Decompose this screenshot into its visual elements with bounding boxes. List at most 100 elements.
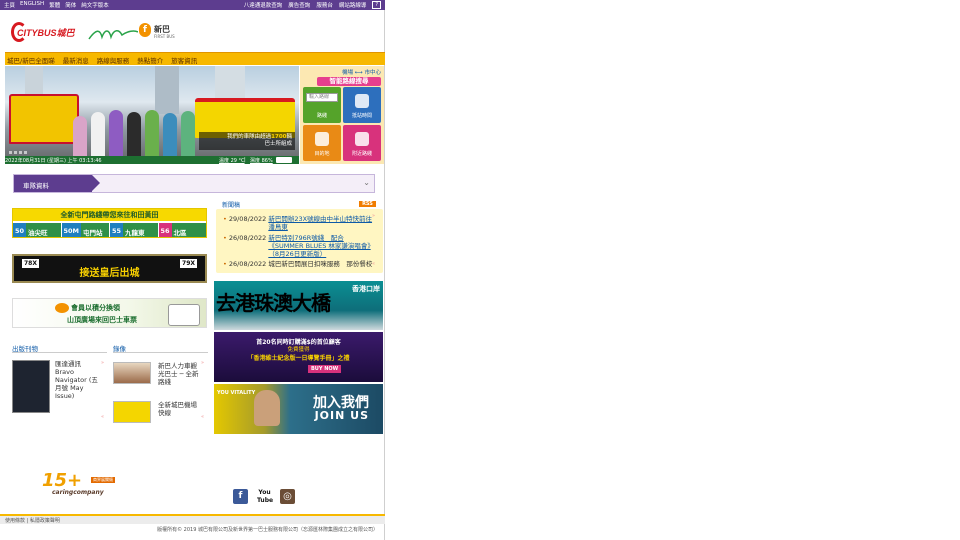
- firstbus-logo[interactable]: f 新巴 FIRST BUS: [88, 23, 188, 43]
- route-search-tile[interactable]: 輸入路線 路綫: [303, 87, 341, 123]
- arrival-time-tile[interactable]: 抵站時間: [343, 87, 381, 123]
- citybus-logo-text: CITYBUS城巴: [17, 28, 75, 38]
- route-chip: 50 油尖旺: [13, 223, 61, 237]
- help-icon[interactable]: ?: [372, 1, 381, 9]
- humidity-link[interactable]: 濕度 86%: [250, 157, 273, 164]
- join-us-banner[interactable]: YOU VITALITY 加入我們 JOIN US: [214, 384, 383, 434]
- chevron-down-icon[interactable]: ⌄: [363, 178, 370, 187]
- english-link[interactable]: ENGLISH: [20, 1, 44, 9]
- nearby-route-tile[interactable]: 附近路綫: [343, 125, 381, 161]
- octopus-refund-link[interactable]: 八達通退款查詢: [244, 1, 283, 9]
- route-chip: 50M 屯門站: [61, 223, 109, 237]
- prev-arrow-icon[interactable]: «: [201, 414, 204, 420]
- caring-company-logo[interactable]: 15+ caringcompany 商界展關懷: [38, 470, 118, 500]
- nav-item[interactable]: 最新消息: [63, 55, 89, 65]
- news-item[interactable]: • 29/08/2022 新巴開辦23X號線由中半山特快前往潘鳥東: [223, 215, 373, 231]
- simp-chinese-link[interactable]: 简体: [65, 1, 76, 9]
- caring-badge: 商界展關懷: [91, 477, 115, 483]
- person-shape: [73, 116, 87, 156]
- nav-item[interactable]: 熱點簡介: [137, 55, 163, 65]
- banner-subheading: JOIN US: [314, 409, 369, 422]
- hero-banner[interactable]: 我們的車隊由超過1700輛 巴士所組成: [5, 66, 299, 156]
- hero-caption-text: 輛: [286, 134, 292, 140]
- fleet-info-label: 車隊資料: [14, 175, 100, 192]
- nav-item[interactable]: 旅客資訊: [171, 55, 197, 65]
- banner-subheading: 香港口岸: [352, 285, 380, 293]
- banner-heading: 去港珠澳大橋: [216, 291, 331, 315]
- person-shape: [127, 112, 141, 156]
- banner-heading: 全新屯門路綫帶您來往和田黃田: [13, 209, 206, 221]
- magazine-title[interactable]: 匯達通訊 Bravo Navigator (五月號 May Issue): [55, 360, 100, 400]
- route-number: 50M: [61, 223, 82, 237]
- hzmb-banner[interactable]: 去港珠澳大橋 香港口岸: [214, 281, 383, 330]
- ad-enquiry-link[interactable]: 廣告查詢: [288, 1, 310, 9]
- citybus-logo[interactable]: CITYBUS城巴: [10, 21, 82, 43]
- news-link[interactable]: 新巴特別796R號綫 配合《SUMMER BLUES 林家謙演唱會》（8月26日…: [268, 234, 373, 258]
- footer-links[interactable]: 使用條款 | 私隱政策聲明: [0, 516, 385, 524]
- banner-heading: 接送皇后出城: [79, 268, 140, 279]
- tuen-mun-routes-banner[interactable]: 全新屯門路綫帶您來往和田黃田 50 油尖旺 50M 屯門站 55 九龍東 56 北區: [12, 208, 207, 238]
- building-shape: [155, 66, 179, 114]
- video-thumbnail[interactable]: [113, 362, 151, 384]
- nav-item[interactable]: 路線與服務: [97, 55, 130, 65]
- home-link[interactable]: 主頁: [4, 1, 15, 9]
- bus-shape: [9, 94, 79, 144]
- hero-caption: 我們的車隊由超過1700輛 巴士所組成: [199, 132, 295, 150]
- date-weather-bar: 2022年08月31日 (星期三) 上午 03:13:46 溫度 29 °C |…: [5, 156, 299, 164]
- route-number: 55: [110, 223, 124, 237]
- video-thumbnail[interactable]: [113, 401, 151, 423]
- current-datetime: 2022年08月31日 (星期三) 上午 03:13:46: [5, 158, 102, 164]
- video-title[interactable]: 新巴人力車觀光巴士 ─ 全新路綫: [158, 362, 203, 386]
- next-arrow-icon[interactable]: »: [101, 360, 104, 366]
- caring-years: 15+: [42, 470, 83, 491]
- magazine-cover[interactable]: [12, 360, 50, 413]
- trad-chinese-link[interactable]: 繁體: [49, 1, 60, 9]
- instagram-icon[interactable]: ◎: [280, 489, 295, 504]
- nav-item[interactable]: 城巴/新巴全面睇: [7, 55, 55, 65]
- bullet-icon: •: [223, 260, 227, 268]
- prev-arrow-icon[interactable]: «: [101, 414, 104, 420]
- guidebook-promo-banner[interactable]: 首20名同時訂購滿$的首位顧客 免費獲得 「香港維士紀念版一日導覽手冊」之禮 B…: [214, 332, 383, 382]
- service-desk-link[interactable]: 服務台: [316, 1, 333, 9]
- route-chip: 56 北區: [158, 223, 206, 237]
- next-arrow-icon[interactable]: »: [201, 360, 204, 366]
- clock-icon: [355, 94, 369, 108]
- bullet-icon: •: [223, 234, 227, 242]
- person-shape: [163, 113, 177, 156]
- scroll-down-icon[interactable]: «: [372, 261, 375, 267]
- route-stop: 油尖旺: [26, 223, 61, 237]
- route-input[interactable]: 輸入路線: [306, 93, 338, 102]
- rss-icon[interactable]: RSS: [359, 201, 376, 207]
- news-item[interactable]: • 26/08/2022 新巴特別796R號綫 配合《SUMMER BLUES …: [223, 234, 373, 258]
- press-release-title[interactable]: 新聞稿: [222, 200, 240, 209]
- route-stop: 九龍東: [123, 223, 158, 237]
- banner-line: 免費獲得: [287, 347, 310, 353]
- news-item[interactable]: • 26/08/2022 城巴新巴開展日扣咪服務 那份餐校: [223, 260, 378, 268]
- news-date: 26/08/2022: [228, 260, 267, 268]
- hko-logo[interactable]: [276, 157, 292, 163]
- slider-dots[interactable]: [9, 151, 27, 154]
- plain-text-link[interactable]: 純文字版本: [81, 1, 109, 9]
- peak-ticket-banner[interactable]: 會員以積分換領 山頂廣場來回巴士車票: [12, 298, 207, 328]
- route-stop: 北區: [171, 223, 206, 237]
- news-link[interactable]: 新巴開辦23X號線由中半山特快前往潘鳥東: [268, 215, 373, 231]
- copyright: 版權所有© 2019 城巴有限公司及新世界第一巴士服務有限公司（忘源匯林際集團成…: [157, 527, 378, 533]
- scroll-up-icon[interactable]: »: [372, 213, 375, 219]
- temperature-link[interactable]: 溫度 29 °C: [219, 157, 245, 164]
- smart-route-panel: 機場 ⟷ 市中心 智能路線搜尋 輸入路線 路綫 抵站時間 目的地 附近路綫: [300, 66, 384, 164]
- fleet-info-dropdown[interactable]: 車隊資料 ⌄: [13, 174, 375, 193]
- sitemap-link[interactable]: 網站路線導: [339, 1, 367, 9]
- destination-tile[interactable]: 目的地: [303, 125, 341, 161]
- youtube-icon[interactable]: You Tube: [257, 489, 273, 504]
- route-number: 50: [13, 223, 27, 237]
- firstbus-sub: FIRST BUS: [154, 34, 175, 39]
- video-title[interactable]: 全新城巴機場快線: [158, 401, 203, 417]
- bullet-icon: •: [223, 215, 227, 223]
- facebook-icon[interactable]: f: [233, 489, 248, 504]
- royal-route-banner[interactable]: 78X 接送皇后出城 79X: [12, 254, 207, 283]
- buy-now-button[interactable]: BUY NOW: [308, 365, 342, 373]
- airport-link[interactable]: 機場 ⟷ 市中心: [300, 66, 384, 76]
- banner-line: 會員以積分換領: [71, 304, 120, 312]
- page: 主頁 ENGLISH 繁體 简体 純文字版本 八達通退款查詢 廣告查詢 服務台 …: [0, 0, 385, 540]
- news-link[interactable]: 城巴新巴開展日扣咪服務 那份餐校: [268, 260, 372, 268]
